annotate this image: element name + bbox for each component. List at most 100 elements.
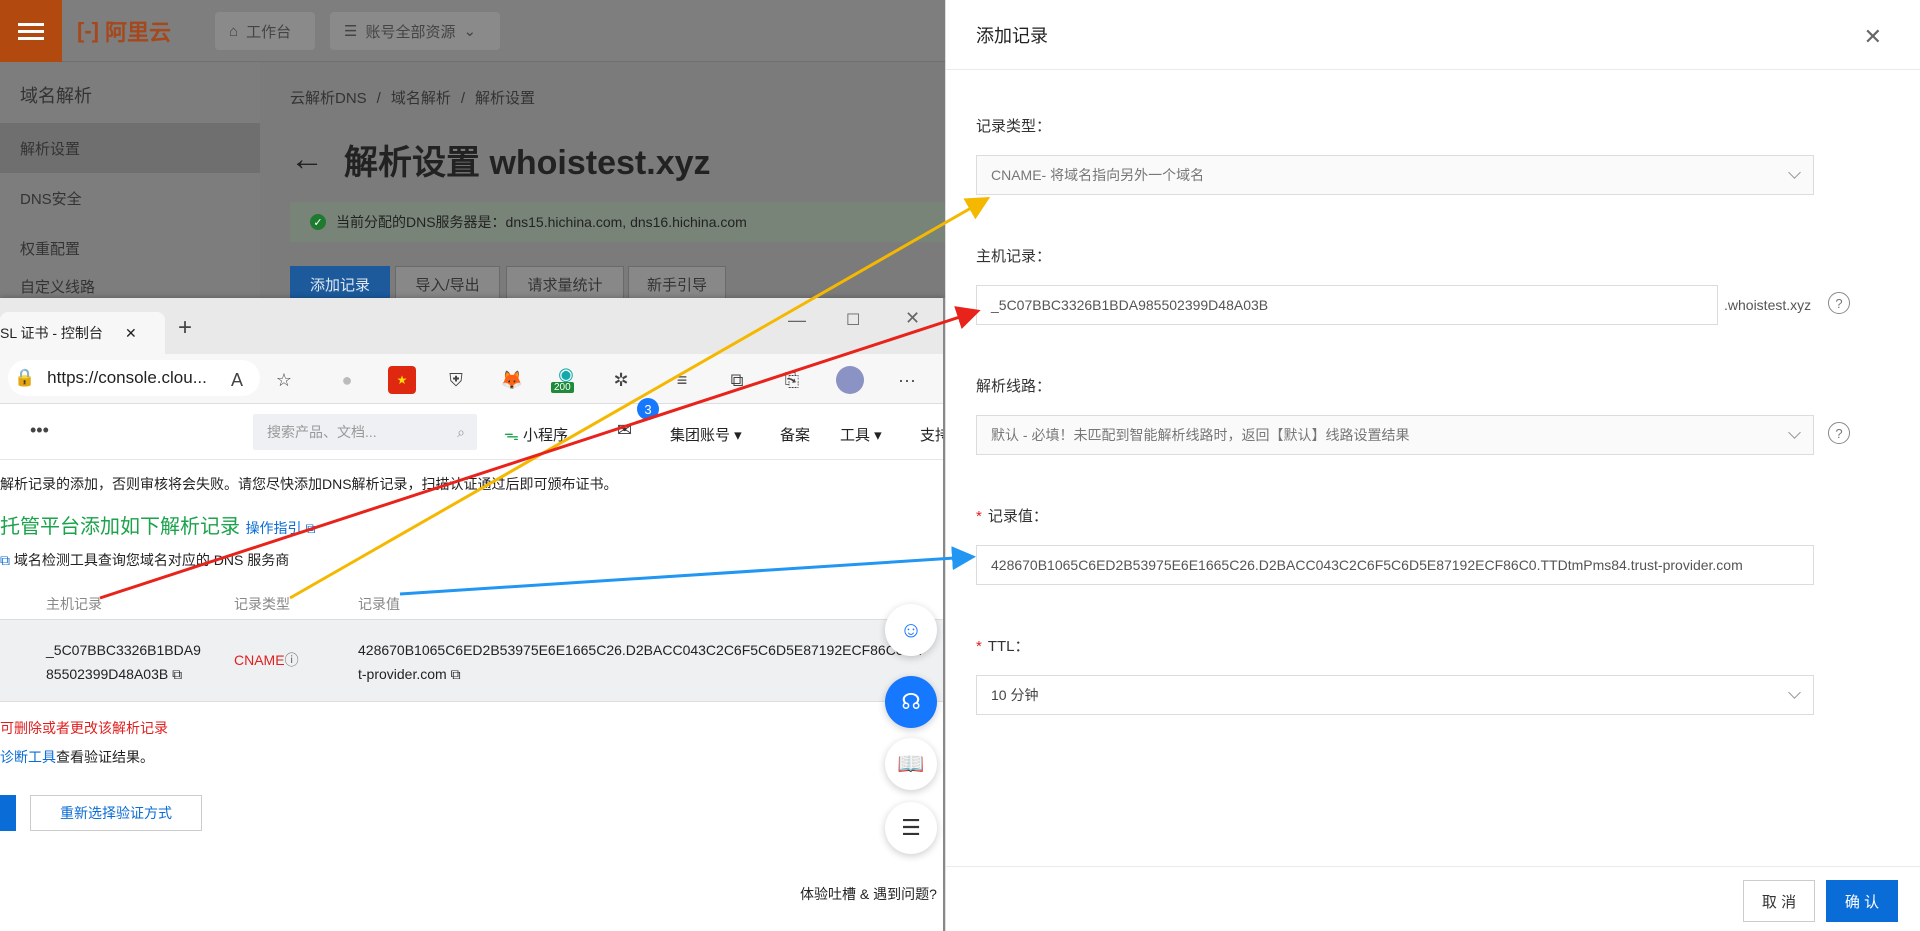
- copy-icon[interactable]: ⧉: [451, 666, 461, 682]
- close-tab-icon[interactable]: ✕: [125, 325, 137, 342]
- mail-icon[interactable]: ✉: [617, 420, 632, 441]
- tab-title: SL 证书 - 控制台: [0, 325, 103, 341]
- table-row: _5C07BBC3326B1BDA9 85502399D48A03B ⧉ CNAM…: [0, 620, 943, 702]
- col-type: 记录类型: [234, 596, 290, 612]
- nav-miniprogram[interactable]: ᯓ 小程序: [504, 424, 568, 445]
- feedback-text[interactable]: 体验吐槽 & 遇到问题?: [800, 884, 943, 904]
- new-tab-icon[interactable]: +: [178, 314, 192, 342]
- warn-red-text: 可删除或者更改该解析记录: [0, 720, 168, 736]
- book-icon[interactable]: 📖: [885, 738, 937, 790]
- tool-line: ⧉ 域名检测工具查询您域名对应的 DNS 服务商: [0, 552, 290, 568]
- copy-icon[interactable]: ⧉: [172, 666, 182, 682]
- extension-green-icon[interactable]: ◉: [552, 360, 580, 388]
- info-icon[interactable]: ⓘ: [285, 652, 299, 668]
- back-arrow-icon[interactable]: ←: [290, 140, 324, 179]
- external-link-icon: ⧉: [301, 520, 316, 536]
- collections-icon[interactable]: ⧉: [723, 366, 751, 394]
- check-circle-icon: ✓: [310, 214, 326, 230]
- sidebar-item-resolve-settings[interactable]: 解析设置: [0, 123, 260, 173]
- reselect-button[interactable]: 重新选择验证方式: [30, 795, 202, 831]
- host-input[interactable]: _5C07BBC3326B1BDA985502399D48A03B: [976, 285, 1718, 325]
- address-bar-row: 🔒 https://console.clou... A ☆ ● ★ ⛨ 🦊 200…: [0, 354, 943, 404]
- chevron-down-icon: [1788, 426, 1801, 439]
- diag-link[interactable]: 诊断工具: [0, 749, 56, 765]
- close-icon[interactable]: ✕: [1864, 24, 1882, 50]
- request-stats-button[interactable]: 请求量统计: [506, 266, 624, 302]
- cancel-button[interactable]: 取 消: [1743, 880, 1815, 922]
- minimize-icon[interactable]: —: [788, 310, 806, 331]
- record-type-select[interactable]: CNAME- 将域名指向另外一个域名: [976, 155, 1814, 195]
- breadcrumb-item: 解析设置: [475, 90, 536, 107]
- extension-icon[interactable]: ●: [333, 366, 361, 394]
- confirm-button[interactable]: 确 认: [1826, 880, 1898, 922]
- workbench-button[interactable]: ⌂ 工作台: [215, 12, 315, 50]
- breadcrumb-item[interactable]: 云解析DNS: [290, 90, 367, 107]
- menu-button[interactable]: [0, 0, 62, 62]
- notification-badge: 3: [637, 398, 659, 420]
- favorite-icon[interactable]: ☆: [270, 366, 298, 394]
- sidebar-item-dns-security[interactable]: DNS安全: [0, 173, 260, 223]
- nav-support[interactable]: 支持: [920, 424, 943, 445]
- browser-window: SL 证书 - 控制台 ✕ + — ☐ ✕ 🔒 https://console.cl…: [0, 298, 945, 931]
- aliyun-logo: [-] 阿里云: [77, 18, 171, 45]
- nav-tools[interactable]: 工具 ▾: [840, 424, 882, 445]
- search-icon: ⌕: [457, 423, 465, 440]
- warning-text: 解析记录的添加，否则审核将会失败。请您尽快添加DNS解析记录，扫描认证通过后即可…: [0, 476, 618, 492]
- record-type-label: 记录类型：: [976, 118, 1052, 135]
- search-input[interactable]: 搜索产品、文档... ⌕: [253, 414, 477, 450]
- browser-tab[interactable]: SL 证书 - 控制台 ✕: [0, 312, 165, 354]
- host-suffix: .whoistest.xyz: [1724, 297, 1812, 313]
- nav-filing[interactable]: 备案: [780, 424, 810, 445]
- list-icon: ☰: [344, 23, 358, 40]
- line-select[interactable]: 默认 - 必填！未匹配到智能解析线路时，返回【默认】线路设置结果: [976, 415, 1814, 455]
- table-header: 主机记录 记录类型 记录值: [0, 584, 943, 620]
- line-label: 解析线路：: [976, 378, 1052, 395]
- add-record-button[interactable]: 添加记录: [290, 266, 390, 302]
- share-icon[interactable]: ⎘: [778, 366, 806, 394]
- ttl-select[interactable]: 10 分钟: [976, 675, 1814, 715]
- headset-icon[interactable]: ☊: [885, 676, 937, 728]
- external-link-icon: ⧉: [0, 552, 14, 568]
- beginner-guide-button[interactable]: 新手引导: [628, 266, 726, 302]
- guide-link[interactable]: 操作指引: [246, 520, 302, 536]
- import-export-button[interactable]: 导入/导出: [395, 266, 500, 302]
- help-icon[interactable]: ?: [1828, 422, 1850, 444]
- maximize-icon[interactable]: ☐: [846, 310, 860, 330]
- ublock-icon[interactable]: ⛨: [442, 366, 470, 394]
- diag-line: 诊断工具查看验证结果。: [0, 749, 154, 765]
- console-header: ••• 搜索产品、文档... ⌕ ᯓ 小程序 ✉ 3 集团账号 ▾ 备案 工具 ▾…: [0, 398, 943, 460]
- col-value: 记录值: [358, 596, 400, 612]
- more-icon[interactable]: ···: [893, 366, 921, 394]
- ttl-label: * TTL：: [976, 638, 1030, 655]
- value-cell: 428670B1065C6ED2B53975E6E1665C26.D2BACC0…: [358, 642, 925, 682]
- sidebar-item-custom-line[interactable]: 自定义线路: [0, 273, 260, 299]
- lock-icon: 🔒: [14, 368, 36, 387]
- favorites-list-icon[interactable]: ≡: [668, 366, 696, 394]
- nav-group-account[interactable]: 集团账号 ▾: [670, 424, 742, 445]
- account-resources-button[interactable]: ☰ 账号全部资源 ⌄: [330, 12, 500, 50]
- profile-avatar[interactable]: [836, 366, 864, 394]
- more-dots-icon[interactable]: •••: [30, 420, 49, 441]
- drawer-title: 添加记录: [946, 0, 1920, 70]
- china-flag-icon[interactable]: ★: [388, 366, 416, 394]
- smile-icon[interactable]: ☺: [885, 604, 937, 656]
- read-aloud-icon[interactable]: A: [223, 366, 251, 394]
- page-title: ← 解析设置 whoistest.xyz: [290, 140, 711, 182]
- breadcrumb-sep: /: [460, 90, 466, 107]
- dns-notice: ✓ 当前分配的DNS服务器是：dns15.hichina.com, dns16.h…: [290, 202, 945, 242]
- breadcrumb-item[interactable]: 域名解析: [391, 90, 451, 107]
- close-window-icon[interactable]: ✕: [905, 308, 920, 329]
- miniprogram-icon: ᯓ: [504, 427, 523, 444]
- chevron-down-icon: ⌄: [463, 23, 477, 40]
- value-input[interactable]: 428670B1065C6ED2B53975E6E1665C26.D2BACC0…: [976, 545, 1814, 585]
- col-host: 主机记录: [46, 596, 102, 612]
- chevron-down-icon: [1788, 166, 1801, 179]
- primary-button-partial[interactable]: [0, 795, 16, 831]
- section-title: 托管平台添加如下解析记录 操作指引 ⧉: [0, 516, 316, 538]
- help-icon[interactable]: ?: [1828, 292, 1850, 314]
- chevron-down-icon: [1788, 686, 1801, 699]
- list-indent-icon[interactable]: ☰: [885, 802, 937, 854]
- puzzle-icon[interactable]: ✲: [607, 366, 635, 394]
- sidebar-item-weight[interactable]: 权重配置: [0, 223, 260, 273]
- metamask-icon[interactable]: 🦊: [498, 366, 526, 394]
